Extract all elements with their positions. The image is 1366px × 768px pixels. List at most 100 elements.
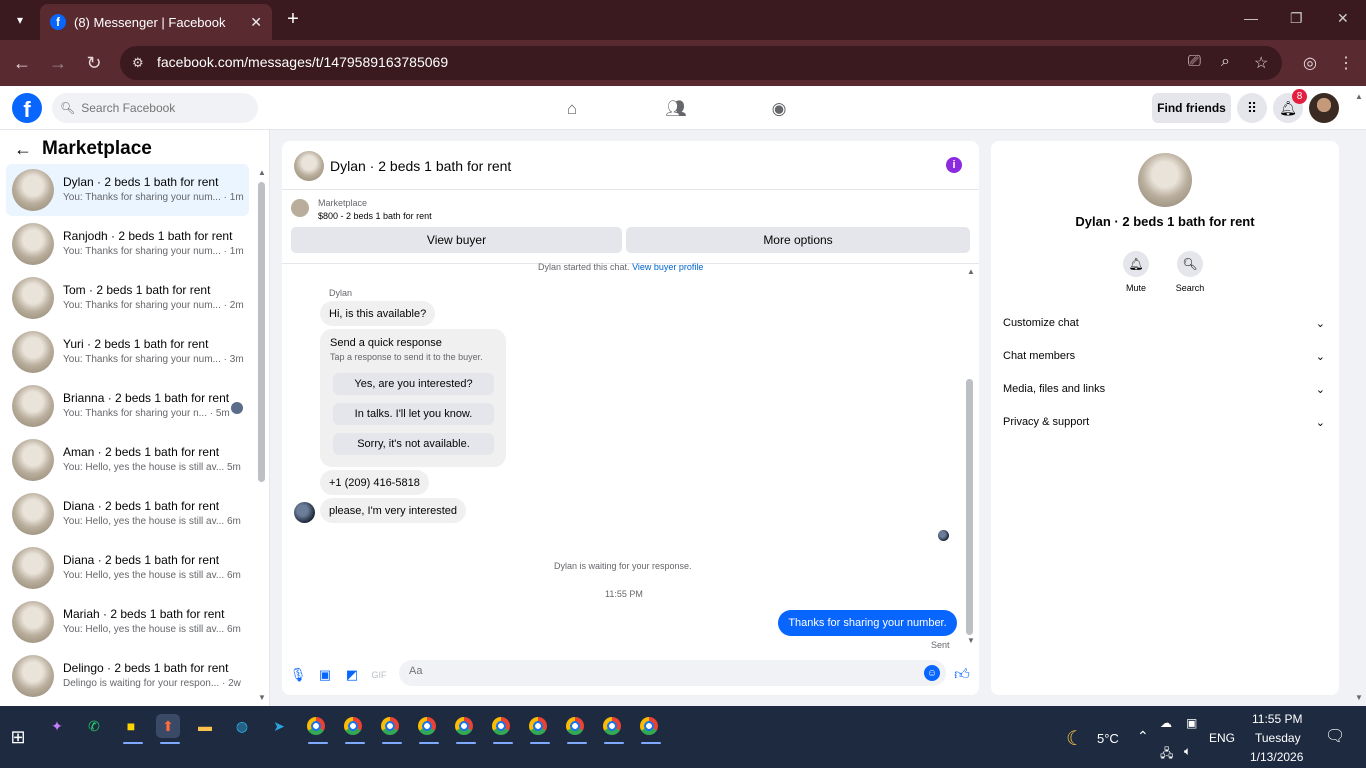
media-files-section[interactable]: Media, files and links ⌄	[1003, 376, 1331, 402]
profile-icon[interactable]: ◎	[1303, 53, 1317, 73]
meet-icon[interactable]: ▣	[1186, 716, 1197, 730]
install-app-icon[interactable]: ⎚	[1188, 53, 1201, 71]
privacy-support-section[interactable]: Privacy & support ⌄	[1003, 409, 1331, 435]
minimize-icon[interactable]: —	[1244, 10, 1258, 26]
edge-icon[interactable]: ◍	[230, 714, 254, 738]
conversation-item[interactable]: Diana · 2 beds 1 bath for rent You: Hell…	[6, 488, 249, 540]
reload-icon[interactable]: ↻	[83, 52, 105, 74]
back-icon[interactable]: ←	[11, 52, 33, 74]
whatsapp-icon[interactable]: ✆	[82, 714, 106, 738]
chrome-icon[interactable]	[341, 714, 365, 744]
account-avatar[interactable]	[1309, 93, 1339, 123]
tab-search-button[interactable]: ▾	[8, 8, 32, 32]
find-friends-button[interactable]: Find friends	[1152, 93, 1231, 123]
network-icon[interactable]: 🖧︎	[1160, 744, 1173, 765]
weather-temperature[interactable]: 5°C	[1097, 731, 1119, 746]
zoom-icon[interactable]: ⌕	[1221, 53, 1230, 71]
conversation-item[interactable]: Yuri · 2 beds 1 bath for rent You: Thank…	[6, 326, 249, 378]
close-window-icon[interactable]: ✕	[1337, 10, 1349, 27]
scroll-down-icon[interactable]: ▼	[258, 693, 266, 702]
quick-response-option[interactable]: Sorry, it's not available.	[333, 433, 494, 455]
view-buyer-profile-link[interactable]: View buyer profile	[632, 262, 703, 272]
omnibox[interactable]: ⚙ facebook.com/messages/t/14795891637850…	[120, 46, 1282, 80]
page-scroll-down-icon[interactable]: ▼	[1355, 693, 1363, 702]
chrome-icon[interactable]	[637, 714, 661, 744]
sidebar-scrollbar[interactable]	[258, 182, 265, 482]
site-info-icon[interactable]: ⚙	[132, 55, 144, 71]
conversation-item[interactable]: Delingo · 2 beds 1 bath for rent Delingo…	[6, 650, 249, 702]
sticker-icon[interactable]: ◩	[343, 666, 361, 684]
bell-icon[interactable]: 🔔︎	[1123, 251, 1149, 277]
chrome-icon[interactable]	[452, 714, 476, 744]
quick-response-option[interactable]: In talks. I'll let you know.	[333, 403, 494, 425]
customize-chat-section[interactable]: Customize chat ⌄	[1003, 310, 1331, 336]
home-icon[interactable]: ⌂	[561, 98, 583, 120]
file-explorer-icon[interactable]: ▬	[193, 714, 217, 738]
photo-icon[interactable]: ▣	[316, 666, 334, 684]
more-options-button[interactable]: More options	[626, 227, 970, 253]
microphone-icon[interactable]: 🎙︎	[289, 666, 307, 684]
chat-title[interactable]: Dylan · 2 beds 1 bath for rent	[330, 158, 511, 174]
conversation-item[interactable]: Diana · 2 beds 1 bath for rent You: Hell…	[6, 542, 249, 594]
chrome-icon[interactable]	[526, 714, 550, 744]
url-text[interactable]: facebook.com/messages/t/1479589163785069	[157, 54, 448, 70]
chrome-icon[interactable]	[304, 714, 328, 744]
search-input[interactable]	[81, 101, 252, 115]
message-input-wrapper[interactable]: ☺	[399, 660, 946, 686]
weather-moon-icon[interactable]: ☾	[1066, 726, 1084, 751]
emoji-icon[interactable]: ☺	[924, 665, 940, 681]
message-input[interactable]	[409, 665, 909, 677]
groups-icon[interactable]: ◉	[768, 98, 790, 120]
scroll-up-icon[interactable]: ▲	[258, 168, 266, 177]
friends-icon[interactable]: 👥︎	[665, 98, 687, 120]
listing-title[interactable]: $800 - 2 beds 1 bath for rent	[318, 211, 432, 221]
chrome-icon[interactable]	[415, 714, 439, 744]
facebook-search[interactable]: 🔍︎	[52, 93, 258, 123]
conversation-item[interactable]: Dylan · 2 beds 1 bath for rent You: Than…	[6, 164, 249, 216]
notification-center-icon[interactable]: 🗨︎	[1325, 726, 1345, 746]
clock-time[interactable]: 11:55 PM	[1252, 712, 1302, 726]
thumbs-up-icon[interactable]: 👍︎	[953, 666, 971, 684]
chrome-icon[interactable]	[378, 714, 402, 744]
chat-avatar[interactable]	[294, 151, 324, 181]
facebook-logo-icon[interactable]: f	[12, 93, 42, 123]
bookmark-star-icon[interactable]: ☆	[1254, 53, 1268, 73]
conversation-item[interactable]: Tom · 2 beds 1 bath for rent You: Thanks…	[6, 272, 249, 324]
menu-icon[interactable]: ⋮	[1338, 53, 1354, 73]
page-scroll-up-icon[interactable]: ▲	[1355, 92, 1363, 101]
chrome-icon[interactable]	[489, 714, 513, 744]
clock-date[interactable]: 1/13/2026	[1250, 750, 1303, 764]
chat-scroll-up-icon[interactable]: ▲	[967, 267, 975, 276]
telegram-icon[interactable]: ➤	[267, 714, 291, 738]
sticky-notes-icon[interactable]: ■	[119, 714, 143, 744]
back-arrow-icon[interactable]: ←	[14, 139, 32, 160]
chat-scrollbar[interactable]	[966, 379, 973, 635]
quick-response-option[interactable]: Yes, are you interested?	[333, 373, 494, 395]
chevron-up-icon[interactable]: ⌃	[1137, 728, 1149, 745]
menu-grid-icon[interactable]: ⠿	[1237, 93, 1267, 123]
search-icon[interactable]: 🔍︎	[1177, 251, 1203, 277]
app-icon[interactable]: ⬆	[156, 714, 180, 744]
info-icon[interactable]: i	[946, 157, 962, 173]
windows-start-icon[interactable]: ⊞	[6, 725, 30, 749]
chrome-icon[interactable]	[600, 714, 624, 744]
mute-action[interactable]: 🔔︎ Mute	[1106, 251, 1166, 293]
forward-icon[interactable]: →	[47, 52, 69, 74]
close-tab-icon[interactable]: ✕	[250, 14, 262, 31]
browser-tab[interactable]: f (8) Messenger | Facebook ✕	[40, 4, 272, 40]
chat-scroll-down-icon[interactable]: ▼	[967, 636, 975, 645]
chat-members-section[interactable]: Chat members ⌄	[1003, 343, 1331, 369]
conversation-item[interactable]: Mariah · 2 beds 1 bath for rent You: Hel…	[6, 596, 249, 648]
gif-icon[interactable]: GIF	[370, 666, 388, 684]
chrome-icon[interactable]	[563, 714, 587, 744]
conversation-item[interactable]: Brianna · 2 beds 1 bath for rent You: Th…	[6, 380, 249, 432]
restore-icon[interactable]: ❐	[1290, 10, 1303, 27]
language-indicator[interactable]: ENG	[1209, 731, 1235, 745]
clock-day[interactable]: Tuesday	[1255, 731, 1301, 745]
onedrive-icon[interactable]: ☁	[1160, 716, 1172, 730]
search-action[interactable]: 🔍︎ Search	[1160, 251, 1220, 293]
conversation-item[interactable]: Ranjodh · 2 beds 1 bath for rent You: Th…	[6, 218, 249, 270]
view-buyer-button[interactable]: View buyer	[291, 227, 622, 253]
volume-icon[interactable]: 🔈︎	[1184, 744, 1191, 759]
conversation-item[interactable]: Aman · 2 beds 1 bath for rent You: Hello…	[6, 434, 249, 486]
